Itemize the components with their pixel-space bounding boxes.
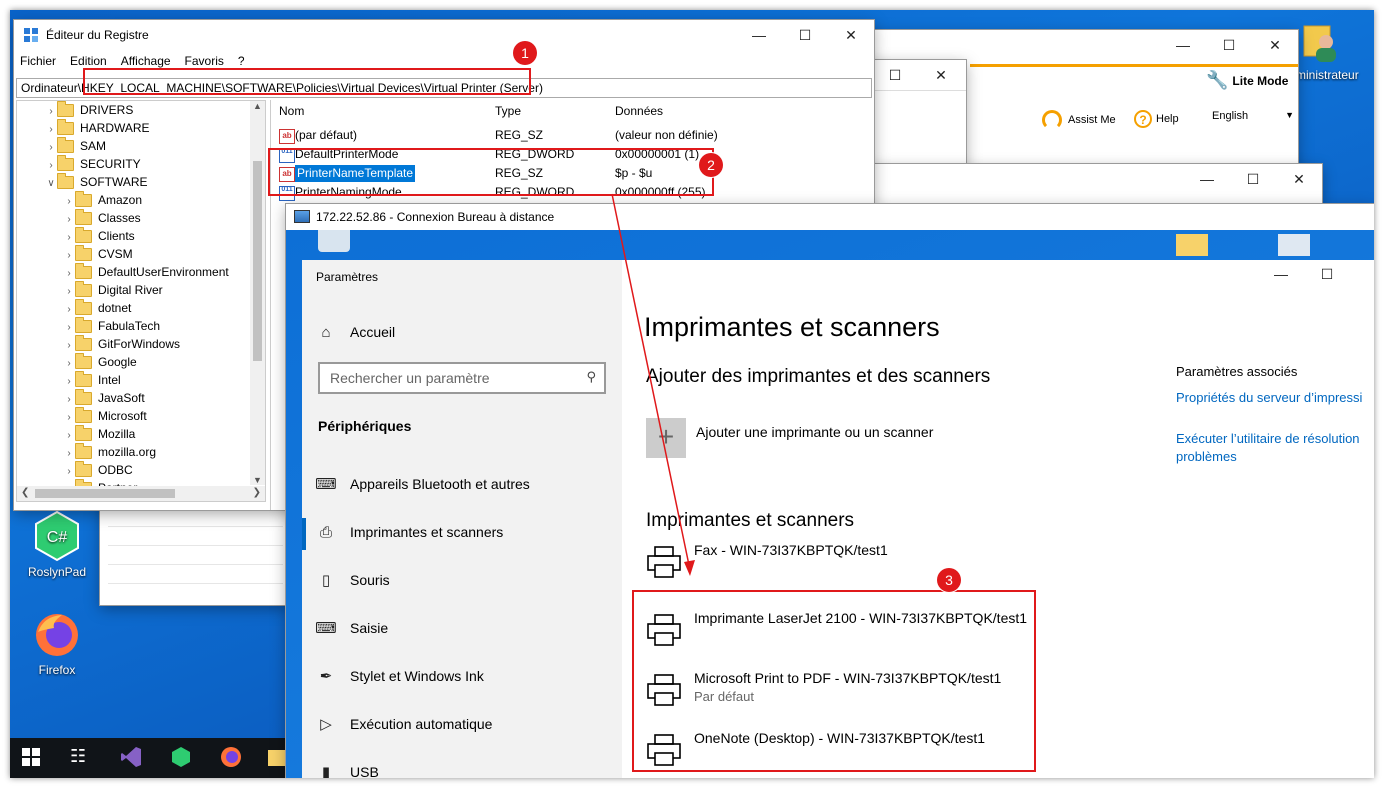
annotation-arrow xyxy=(611,193,695,576)
desktop: ministrateur — ☐ ✕ 🔧 Lite Mode Assist Me… xyxy=(10,10,1374,778)
